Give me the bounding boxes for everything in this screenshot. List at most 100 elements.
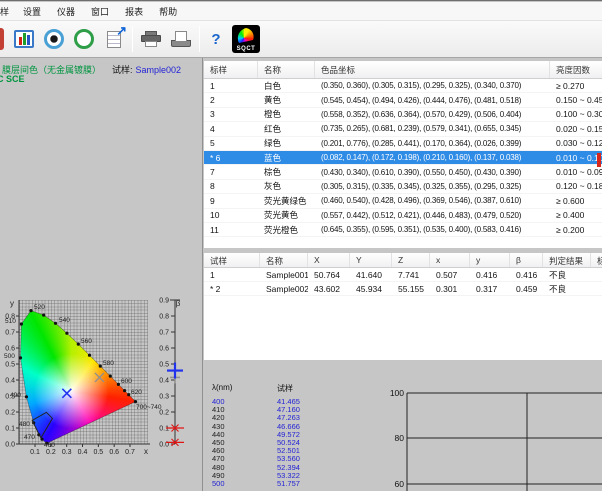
menu-item-report[interactable]: 报表 [117, 3, 151, 20]
cell: 0.150 ~ 0.450 [550, 95, 602, 105]
column-header-2[interactable]: 色品坐标 [315, 61, 550, 78]
wavelength-header: λ(nm) [212, 383, 232, 392]
svg-text:620: 620 [131, 389, 142, 396]
help-button[interactable]: ? [205, 25, 227, 53]
cell: 1 [204, 270, 260, 280]
column-header-2[interactable]: X [308, 253, 350, 267]
column-header-1[interactable]: 名称 [260, 253, 308, 267]
cell: 橙色 [258, 108, 315, 120]
cell: 5 [204, 138, 258, 148]
column-header-4[interactable]: Z [392, 253, 430, 267]
sample-measure-button[interactable] [71, 25, 97, 53]
cell: 绿色 [258, 137, 315, 149]
standards-row-10[interactable]: 10荧光黄色(0.557, 0.442), (0.512, 0.421), (0… [204, 209, 602, 223]
question-mark-icon: ? [211, 31, 220, 48]
cell: 0.100 ~ 0.300 [550, 109, 602, 119]
toolbar-separator [132, 26, 133, 52]
cell: (0.557, 0.442), (0.512, 0.421), (0.446, … [315, 211, 550, 220]
ring-circle-icon [74, 29, 94, 49]
toolbar-separator [199, 26, 200, 52]
cell: 0.020 ~ 0.150 [550, 124, 602, 134]
menu-item-help[interactable]: 帮助 [151, 3, 185, 20]
svg-text:520: 520 [34, 304, 45, 311]
clipped-toolbar-icon[interactable] [0, 28, 4, 50]
standards-row-4[interactable]: 4红色(0.735, 0.265), (0.681, 0.239), (0.57… [204, 122, 602, 136]
standards-row-5[interactable]: 5绿色(0.201, 0.776), (0.285, 0.441), (0.17… [204, 137, 602, 151]
cell: Sample001 [260, 270, 308, 280]
sqct-logo-button[interactable]: SQCT [231, 24, 261, 54]
svg-text:0.6: 0.6 [109, 449, 119, 456]
standards-row-2[interactable]: 2黄色(0.545, 0.454), (0.494, 0.426), (0.44… [204, 93, 602, 107]
svg-text:0.4: 0.4 [159, 378, 169, 385]
samples-table-header: 试样名称XYZxyβ判定结果标样 [204, 253, 602, 268]
cell: 10 [204, 210, 258, 220]
cell: Sample002 [260, 284, 308, 294]
cell: 8 [204, 181, 258, 191]
bar-chart-icon [14, 30, 34, 48]
cell: 0.010 ~ 0.100 [550, 153, 602, 163]
svg-text:x: x [144, 447, 148, 456]
menu-item-clipped[interactable]: 样 [0, 3, 15, 20]
column-header-1[interactable]: 名称 [258, 61, 315, 78]
standard-measure-button[interactable] [41, 25, 67, 53]
column-header-8[interactable]: 判定结果 [543, 253, 591, 267]
samples-row-2[interactable]: * 2Sample00243.60245.93455.1550.3010.317… [204, 282, 602, 296]
svg-text:560: 560 [81, 338, 92, 345]
cell: 白色 [258, 80, 315, 92]
cell: ≥ 0.270 [550, 81, 602, 91]
chart-view-button[interactable] [11, 25, 37, 53]
sample-name: Sample002 [136, 65, 182, 75]
cell: 不良 [543, 269, 591, 281]
column-header-9[interactable]: 标样 [591, 253, 602, 267]
svg-text:0.9: 0.9 [159, 298, 169, 305]
svg-text:470: 470 [24, 434, 35, 441]
print-button[interactable] [138, 25, 164, 53]
cell: 50.764 [308, 270, 350, 280]
cell: 黄色 [258, 94, 315, 106]
column-header-5[interactable]: x [430, 253, 470, 267]
column-header-0[interactable]: 标样 [204, 61, 258, 78]
standards-row-1[interactable]: 1白色(0.350, 0.360), (0.305, 0.315), (0.29… [204, 79, 602, 93]
standards-row-6[interactable]: * 6蓝色(0.082, 0.147), (0.172, 0.198), (0.… [204, 151, 602, 165]
spectral-chart: 1008060 [380, 381, 602, 491]
svg-text:490: 490 [10, 392, 21, 399]
report-button[interactable]: ↗ [101, 25, 127, 53]
diagram-overlay: 0.10.20.30.40.50.60.70.00.10.20.30.40.50… [0, 297, 202, 471]
svg-text:0.3: 0.3 [62, 449, 72, 456]
cell: * 6 [204, 153, 258, 163]
svg-text:0.5: 0.5 [93, 449, 103, 456]
svg-text:0.2: 0.2 [46, 449, 56, 456]
selected-row-edge-indicator [597, 153, 601, 167]
column-header-6[interactable]: y [470, 253, 510, 267]
cell: 9 [204, 196, 258, 206]
svg-text:460: 460 [44, 442, 55, 449]
standards-row-9[interactable]: 9荧光黄绿色(0.460, 0.540), (0.428, 0.496), (0… [204, 194, 602, 208]
column-header-7[interactable]: β [510, 253, 543, 267]
print-out-button[interactable] [168, 25, 194, 53]
svg-text:540: 540 [59, 317, 70, 324]
cell: (0.305, 0.315), (0.335, 0.345), (0.325, … [315, 182, 550, 191]
cell: 1 [204, 81, 258, 91]
svg-text:510: 510 [5, 318, 16, 325]
cell: 0.030 ~ 0.120 [550, 138, 602, 148]
cell: 3 [204, 109, 258, 119]
menu-item-window[interactable]: 窗口 [83, 3, 117, 20]
menu-item-settings[interactable]: 设置 [15, 3, 49, 20]
cell: 4 [204, 124, 258, 134]
standards-row-7[interactable]: 7棕色(0.430, 0.340), (0.610, 0.390), (0.55… [204, 165, 602, 179]
column-header-0[interactable]: 试样 [204, 253, 260, 267]
standards-row-8[interactable]: 8灰色(0.305, 0.315), (0.335, 0.345), (0.32… [204, 180, 602, 194]
samples-row-1[interactable]: 1Sample00150.76441.6407.7410.5070.4160.4… [204, 268, 602, 282]
svg-text:0.7: 0.7 [125, 449, 135, 456]
menu-item-instrument[interactable]: 仪器 [49, 3, 83, 20]
standards-row-3[interactable]: 3橙色(0.558, 0.352), (0.636, 0.364), (0.57… [204, 108, 602, 122]
standards-row-11[interactable]: 11荧光橙色(0.645, 0.355), (0.595, 0.351), (0… [204, 223, 602, 237]
column-header-3[interactable]: Y [350, 253, 392, 267]
application-window: 样设置仪器窗口报表帮助 ↗ ? SQC [0, 0, 602, 491]
print-page-icon [171, 31, 191, 48]
svg-text:0.2: 0.2 [5, 410, 15, 417]
column-header-3[interactable]: 亮度因数 [550, 61, 602, 78]
wavelength-value: 500 [212, 480, 225, 488]
cell: 0.459 [510, 284, 543, 294]
svg-text:β: β [176, 299, 181, 308]
